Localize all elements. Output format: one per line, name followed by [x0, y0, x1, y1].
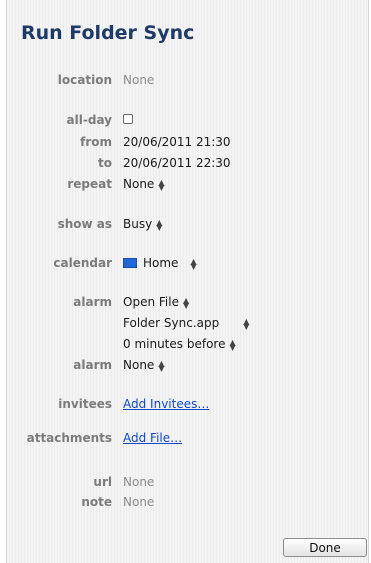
from-label: from [80, 135, 112, 149]
show-as-value: Busy [123, 217, 153, 231]
up-down-arrows-icon: ▲ ▼ [158, 358, 165, 373]
add-invitees-link[interactable]: Add Invitees… [123, 397, 209, 411]
url-field[interactable]: None [123, 475, 154, 489]
all-day-checkbox[interactable] [123, 114, 133, 124]
note-field[interactable]: None [123, 495, 154, 509]
note-label: note [81, 495, 112, 509]
from-datetime[interactable]: 20/06/2011 21:30 [123, 135, 231, 149]
alarm-file-value: Folder Sync.app [123, 316, 220, 330]
alarm-2-popup[interactable]: None ▲ ▼ [123, 358, 164, 372]
calendar-value: Home [143, 256, 179, 270]
alarm-file-popup[interactable]: Folder Sync.app ▲ ▼ [123, 316, 249, 330]
to-datetime[interactable]: 20/06/2011 22:30 [123, 156, 231, 170]
location-field[interactable]: None [123, 73, 154, 87]
repeat-popup[interactable]: None ▲ ▼ [123, 177, 164, 191]
event-title[interactable]: Run Folder Sync [21, 22, 194, 44]
up-down-arrows-icon: ▲ ▼ [229, 337, 236, 352]
repeat-value: None [123, 177, 155, 191]
calendar-label: calendar [53, 256, 112, 270]
alarm-timing-popup[interactable]: 0 minutes before ▲ ▼ [123, 337, 236, 351]
up-down-arrows-icon: ▲ ▼ [156, 217, 163, 232]
alarm-action-value: Open File [123, 295, 179, 309]
attachments-label: attachments [26, 431, 112, 445]
show-as-popup[interactable]: Busy ▲ ▼ [123, 217, 162, 231]
url-label: url [93, 475, 112, 489]
alarm-timing-value: 0 minutes before [123, 337, 226, 351]
up-down-arrows-icon: ▲ ▼ [182, 295, 190, 310]
alarm-label: alarm [73, 295, 112, 309]
calendar-color-swatch [123, 258, 137, 268]
alarm-action-popup[interactable]: Open File ▲ ▼ [123, 295, 189, 309]
invitees-label: invitees [58, 397, 112, 411]
done-button[interactable]: Done [283, 538, 367, 557]
add-file-link[interactable]: Add File… [123, 431, 182, 445]
up-down-arrows-icon: ▲ ▼ [243, 316, 250, 331]
all-day-label: all-day [66, 113, 112, 127]
show-as-label: show as [57, 217, 112, 231]
alarm-2-value: None [123, 358, 155, 372]
location-label: location [57, 73, 112, 87]
up-down-arrows-icon: ▲ ▼ [158, 177, 165, 192]
repeat-label: repeat [67, 177, 112, 191]
alarm-label: alarm [73, 358, 112, 372]
up-down-arrows-icon: ▲ ▼ [190, 256, 197, 271]
calendar-popup[interactable]: Home ▲ ▼ [123, 256, 197, 270]
to-label: to [98, 156, 112, 170]
